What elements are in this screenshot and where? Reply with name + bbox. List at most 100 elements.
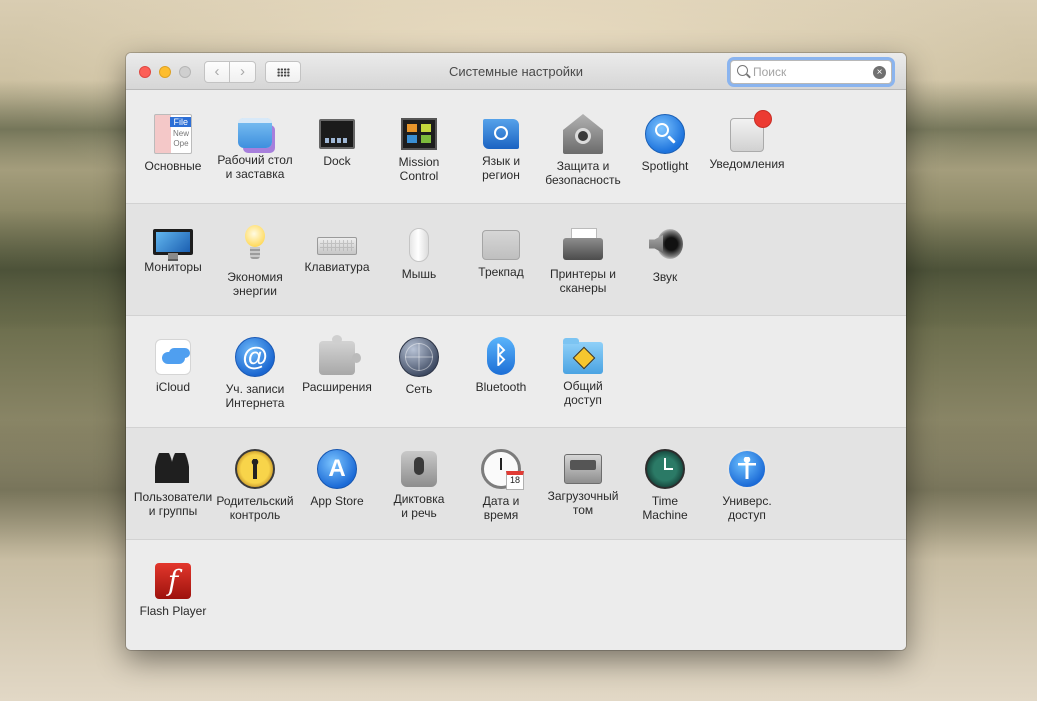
search-input[interactable] [753, 63, 871, 81]
minimize-window-button[interactable] [159, 66, 171, 78]
pref-spotlight[interactable]: Spotlight [620, 114, 710, 173]
zoom-window-button[interactable] [179, 66, 191, 78]
dictation-icon [401, 451, 437, 487]
window-title: Системные настройки [448, 64, 584, 79]
preferences-section-other: f Flash Player [126, 540, 906, 650]
pref-extensions[interactable]: Расширения [292, 335, 382, 394]
pref-mouse[interactable]: Мышь [374, 225, 464, 281]
show-all-button[interactable] [265, 61, 301, 83]
pref-accessibility[interactable]: Универс. доступ [702, 449, 792, 522]
pref-flash-player[interactable]: f Flash Player [128, 561, 218, 618]
desktop-screensaver-icon [238, 118, 272, 148]
mission-control-icon [401, 118, 437, 150]
pref-time-machine[interactable]: Time Machine [620, 449, 710, 522]
parental-controls-icon [235, 449, 275, 489]
pref-dock[interactable]: Dock [292, 114, 382, 168]
pref-language-region[interactable]: Язык и регион [456, 114, 546, 182]
system-preferences-window: ‹ › Системные настройки × Основные Рабоч… [126, 53, 906, 650]
pref-label: Родительский контроль [216, 494, 294, 522]
pref-mission-control[interactable]: Mission Control [374, 114, 464, 183]
pref-network[interactable]: Сеть [374, 337, 464, 396]
pref-internet-accounts[interactable]: @ Уч. записи Интернета [210, 337, 300, 410]
pref-label: Пользователи и группы [133, 490, 213, 518]
icloud-icon [155, 339, 191, 375]
pref-parental-controls[interactable]: Родительский контроль [210, 449, 300, 522]
navigation-buttons: ‹ › [204, 61, 257, 83]
pref-label: Мониторы [144, 260, 202, 274]
preferences-section-hardware: Мониторы Экономия энергии Клавиатура Мыш… [126, 204, 906, 316]
security-icon [563, 114, 603, 154]
internet-accounts-icon: @ [235, 337, 275, 377]
preferences-section-personal: Основные Рабочий стол и заставка Dock Mi… [126, 90, 906, 204]
pref-label: Загрузочный том [547, 489, 619, 517]
title-bar: ‹ › Системные настройки × [126, 53, 906, 90]
time-machine-icon [645, 449, 685, 489]
pref-energy-saver[interactable]: Экономия энергии [210, 225, 300, 298]
dock-icon [319, 119, 355, 149]
pref-label: Принтеры и сканеры [550, 267, 616, 295]
pref-label: Уч. записи Интернета [225, 382, 285, 410]
preferences-section-system: Пользователи и группы Родительский контр… [126, 428, 906, 540]
network-icon [399, 337, 439, 377]
app-store-icon: A [317, 449, 357, 489]
energy-saver-icon [245, 225, 265, 265]
pref-desktop-screensaver[interactable]: Рабочий стол и заставка [210, 114, 300, 181]
back-button[interactable]: ‹ [204, 61, 230, 83]
pref-label: Dock [323, 154, 351, 168]
pref-keyboard[interactable]: Клавиатура [292, 225, 382, 274]
pref-bluetooth[interactable]: ᛒ Bluetooth [456, 337, 546, 394]
general-icon [154, 114, 192, 154]
pref-label: Трекпад [478, 265, 524, 279]
pref-label: Time Machine [642, 494, 688, 522]
notifications-icon [730, 110, 772, 152]
mouse-icon [409, 228, 429, 262]
pref-label: Flash Player [139, 604, 207, 618]
accessibility-icon [727, 449, 767, 489]
pref-label: App Store [310, 494, 364, 508]
pref-label: Защита и безопасность [545, 159, 621, 187]
pref-label: Основные [144, 159, 202, 173]
date-time-icon [481, 449, 524, 490]
pref-sharing[interactable]: Общий доступ [538, 337, 628, 407]
chevron-right-icon: › [240, 63, 245, 80]
language-region-icon [483, 119, 519, 149]
pref-label: Сеть [405, 382, 433, 396]
keyboard-icon [317, 237, 357, 255]
pref-security[interactable]: Защита и безопасность [538, 114, 628, 187]
grid-icon [277, 68, 290, 77]
trackpad-icon [482, 230, 520, 260]
forward-button[interactable]: › [230, 61, 256, 83]
flash-player-icon: f [155, 563, 191, 599]
pref-date-time[interactable]: Дата и время [456, 449, 546, 522]
pref-displays[interactable]: Мониторы [128, 225, 218, 274]
clear-search-icon[interactable]: × [873, 66, 886, 79]
pref-label: Язык и регион [481, 154, 521, 182]
chevron-left-icon: ‹ [214, 63, 220, 80]
startup-disk-icon [564, 454, 602, 484]
pref-label: Дата и время [482, 494, 520, 522]
pref-label: Рабочий стол и заставка [217, 153, 293, 181]
pref-sound[interactable]: Звук [620, 225, 710, 284]
pref-printers-scanners[interactable]: Принтеры и сканеры [538, 225, 628, 295]
preferences-section-internet: iCloud @ Уч. записи Интернета Расширения… [126, 316, 906, 428]
printer-icon [563, 228, 603, 262]
displays-icon [153, 229, 193, 261]
close-window-button[interactable] [139, 66, 151, 78]
pref-app-store[interactable]: A App Store [292, 449, 382, 508]
pref-users-groups[interactable]: Пользователи и группы [128, 449, 218, 518]
sound-icon [647, 225, 683, 265]
pref-icloud[interactable]: iCloud [128, 337, 218, 394]
pref-trackpad[interactable]: Трекпад [456, 225, 546, 279]
pref-general[interactable]: Основные [128, 114, 218, 173]
pref-notifications[interactable]: Уведомления [702, 110, 792, 171]
pref-startup-disk[interactable]: Загрузочный том [538, 449, 628, 517]
pref-label: iCloud [155, 380, 191, 394]
pref-label: Общий доступ [563, 379, 603, 407]
extensions-icon [319, 335, 361, 375]
users-groups-icon [153, 453, 193, 485]
pref-label: Мышь [401, 267, 437, 281]
pref-label: Уведомления [709, 157, 785, 171]
search-field[interactable]: × [730, 60, 892, 84]
pref-label: Универс. доступ [722, 494, 772, 522]
pref-dictation-speech[interactable]: Диктовка и речь [374, 449, 464, 520]
